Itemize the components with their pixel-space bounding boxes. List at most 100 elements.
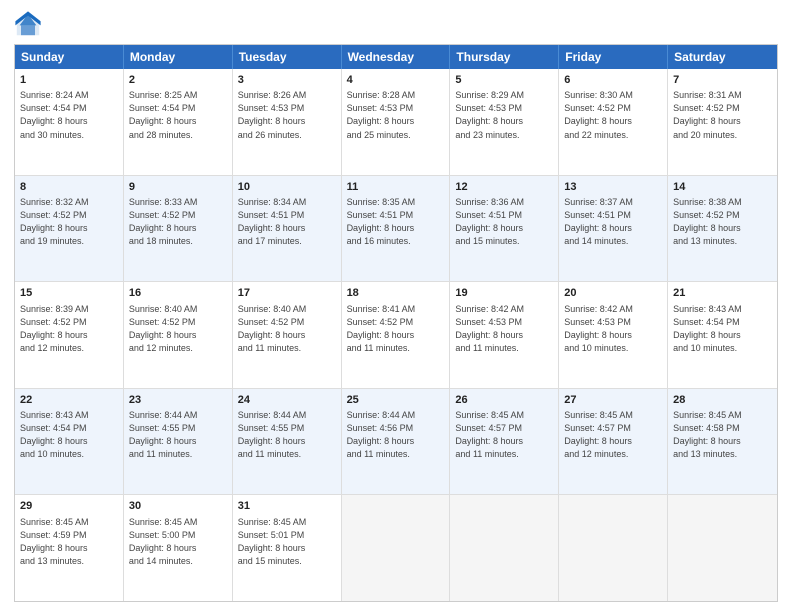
day-number: 12	[455, 180, 553, 195]
day-info: Sunrise: 8:39 AM Sunset: 4:52 PM Dayligh…	[20, 303, 118, 355]
day-number: 15	[20, 286, 118, 301]
day-info: Sunrise: 8:37 AM Sunset: 4:51 PM Dayligh…	[564, 196, 662, 248]
header-day-sunday: Sunday	[15, 45, 124, 69]
day-number: 26	[455, 393, 553, 408]
day-cell-21: 21 Sunrise: 8:43 AM Sunset: 4:54 PM Dayli…	[668, 282, 777, 388]
day-cell-16: 16Sunrise: 8:40 AM Sunset: 4:52 PM Dayli…	[124, 282, 233, 388]
day-cell-1: 1Sunrise: 8:24 AM Sunset: 4:54 PM Daylig…	[15, 69, 124, 175]
day-info: Sunrise: 8:38 AM Sunset: 4:52 PM Dayligh…	[673, 196, 772, 248]
day-info: Sunrise: 8:45 AM Sunset: 4:57 PM Dayligh…	[455, 409, 553, 461]
day-info: Sunrise: 8:32 AM Sunset: 4:52 PM Dayligh…	[20, 196, 118, 248]
day-cell-20: 20Sunrise: 8:42 AM Sunset: 4:53 PM Dayli…	[559, 282, 668, 388]
day-cell-29: 29 Sunrise: 8:45 AM Sunset: 4:59 PM Dayli…	[15, 495, 124, 601]
day-number: 6	[564, 73, 662, 88]
day-info: Sunrise: 8:40 AM Sunset: 4:52 PM Dayligh…	[238, 303, 336, 355]
day-cell-22: 22Sunrise: 8:43 AM Sunset: 4:54 PM Dayli…	[15, 389, 124, 495]
day-cell-8: 8Sunrise: 8:32 AM Sunset: 4:52 PM Daylig…	[15, 176, 124, 282]
day-info: Sunrise: 8:24 AM Sunset: 4:54 PM Dayligh…	[20, 89, 118, 141]
day-info: Sunrise: 8:45 AM Sunset: 5:00 PM Dayligh…	[129, 516, 227, 568]
day-number: 23	[129, 393, 227, 408]
day-cell-30: 30 Sunrise: 8:45 AM Sunset: 5:00 PM Dayli…	[124, 495, 233, 601]
day-number: 22	[20, 393, 118, 408]
day-cell-5: 5Sunrise: 8:29 AM Sunset: 4:53 PM Daylig…	[450, 69, 559, 175]
day-cell-12: 12Sunrise: 8:36 AM Sunset: 4:51 PM Dayli…	[450, 176, 559, 282]
day-info: Sunrise: 8:45 AM Sunset: 4:58 PM Dayligh…	[673, 409, 772, 461]
day-info: Sunrise: 8:44 AM Sunset: 4:56 PM Dayligh…	[347, 409, 445, 461]
day-cell-24: 24Sunrise: 8:44 AM Sunset: 4:55 PM Dayli…	[233, 389, 342, 495]
calendar-body: 1Sunrise: 8:24 AM Sunset: 4:54 PM Daylig…	[15, 69, 777, 601]
day-cell-9: 9Sunrise: 8:33 AM Sunset: 4:52 PM Daylig…	[124, 176, 233, 282]
day-number: 17	[238, 286, 336, 301]
day-cell-3: 3Sunrise: 8:26 AM Sunset: 4:53 PM Daylig…	[233, 69, 342, 175]
day-cell-27: 27Sunrise: 8:45 AM Sunset: 4:57 PM Dayli…	[559, 389, 668, 495]
day-info: Sunrise: 8:45 AM Sunset: 4:59 PM Dayligh…	[20, 516, 118, 568]
day-number: 30	[129, 499, 227, 514]
day-number: 29	[20, 499, 118, 514]
day-info: Sunrise: 8:31 AM Sunset: 4:52 PM Dayligh…	[673, 89, 772, 141]
calendar-header: SundayMondayTuesdayWednesdayThursdayFrid…	[15, 45, 777, 69]
header-day-friday: Friday	[559, 45, 668, 69]
calendar-week-3: 15 Sunrise: 8:39 AM Sunset: 4:52 PM Dayli…	[15, 281, 777, 388]
day-number: 9	[129, 180, 227, 195]
header-day-saturday: Saturday	[668, 45, 777, 69]
day-cell-14: 14Sunrise: 8:38 AM Sunset: 4:52 PM Dayli…	[668, 176, 777, 282]
day-cell-17: 17 Sunrise: 8:40 AM Sunset: 4:52 PM Dayli…	[233, 282, 342, 388]
day-info: Sunrise: 8:25 AM Sunset: 4:54 PM Dayligh…	[129, 89, 227, 141]
header-day-thursday: Thursday	[450, 45, 559, 69]
day-info: Sunrise: 8:45 AM Sunset: 4:57 PM Dayligh…	[564, 409, 662, 461]
day-cell-15: 15 Sunrise: 8:39 AM Sunset: 4:52 PM Dayli…	[15, 282, 124, 388]
header	[14, 10, 778, 38]
day-cell-empty-4-5	[559, 495, 668, 601]
calendar: SundayMondayTuesdayWednesdayThursdayFrid…	[14, 44, 778, 602]
calendar-week-2: 8Sunrise: 8:32 AM Sunset: 4:52 PM Daylig…	[15, 175, 777, 282]
day-number: 31	[238, 499, 336, 514]
header-day-monday: Monday	[124, 45, 233, 69]
day-cell-empty-4-6	[668, 495, 777, 601]
day-info: Sunrise: 8:29 AM Sunset: 4:53 PM Dayligh…	[455, 89, 553, 141]
logo-icon	[14, 10, 42, 38]
day-number: 8	[20, 180, 118, 195]
calendar-week-4: 22Sunrise: 8:43 AM Sunset: 4:54 PM Dayli…	[15, 388, 777, 495]
day-cell-18: 18 Sunrise: 8:41 AM Sunset: 4:52 PM Dayli…	[342, 282, 451, 388]
day-number: 13	[564, 180, 662, 195]
day-number: 11	[347, 180, 445, 195]
day-cell-19: 19Sunrise: 8:42 AM Sunset: 4:53 PM Dayli…	[450, 282, 559, 388]
logo	[14, 10, 46, 38]
day-cell-2: 2Sunrise: 8:25 AM Sunset: 4:54 PM Daylig…	[124, 69, 233, 175]
day-info: Sunrise: 8:42 AM Sunset: 4:53 PM Dayligh…	[455, 303, 553, 355]
header-day-tuesday: Tuesday	[233, 45, 342, 69]
day-info: Sunrise: 8:43 AM Sunset: 4:54 PM Dayligh…	[20, 409, 118, 461]
day-cell-7: 7Sunrise: 8:31 AM Sunset: 4:52 PM Daylig…	[668, 69, 777, 175]
day-number: 10	[238, 180, 336, 195]
day-info: Sunrise: 8:44 AM Sunset: 4:55 PM Dayligh…	[238, 409, 336, 461]
day-number: 5	[455, 73, 553, 88]
day-cell-empty-4-4	[450, 495, 559, 601]
day-info: Sunrise: 8:45 AM Sunset: 5:01 PM Dayligh…	[238, 516, 336, 568]
day-info: Sunrise: 8:30 AM Sunset: 4:52 PM Dayligh…	[564, 89, 662, 141]
day-info: Sunrise: 8:33 AM Sunset: 4:52 PM Dayligh…	[129, 196, 227, 248]
day-number: 14	[673, 180, 772, 195]
day-cell-11: 11Sunrise: 8:35 AM Sunset: 4:51 PM Dayli…	[342, 176, 451, 282]
day-cell-6: 6Sunrise: 8:30 AM Sunset: 4:52 PM Daylig…	[559, 69, 668, 175]
calendar-week-5: 29 Sunrise: 8:45 AM Sunset: 4:59 PM Dayli…	[15, 494, 777, 601]
day-number: 21	[673, 286, 772, 301]
page: SundayMondayTuesdayWednesdayThursdayFrid…	[0, 0, 792, 612]
day-number: 1	[20, 73, 118, 88]
day-info: Sunrise: 8:43 AM Sunset: 4:54 PM Dayligh…	[673, 303, 772, 355]
day-cell-25: 25Sunrise: 8:44 AM Sunset: 4:56 PM Dayli…	[342, 389, 451, 495]
day-info: Sunrise: 8:40 AM Sunset: 4:52 PM Dayligh…	[129, 303, 227, 355]
day-number: 25	[347, 393, 445, 408]
day-number: 18	[347, 286, 445, 301]
day-info: Sunrise: 8:41 AM Sunset: 4:52 PM Dayligh…	[347, 303, 445, 355]
day-cell-4: 4Sunrise: 8:28 AM Sunset: 4:53 PM Daylig…	[342, 69, 451, 175]
day-info: Sunrise: 8:36 AM Sunset: 4:51 PM Dayligh…	[455, 196, 553, 248]
day-number: 4	[347, 73, 445, 88]
calendar-week-1: 1Sunrise: 8:24 AM Sunset: 4:54 PM Daylig…	[15, 69, 777, 175]
day-number: 20	[564, 286, 662, 301]
day-cell-26: 26Sunrise: 8:45 AM Sunset: 4:57 PM Dayli…	[450, 389, 559, 495]
day-info: Sunrise: 8:35 AM Sunset: 4:51 PM Dayligh…	[347, 196, 445, 248]
day-info: Sunrise: 8:34 AM Sunset: 4:51 PM Dayligh…	[238, 196, 336, 248]
day-cell-empty-4-3	[342, 495, 451, 601]
day-cell-13: 13Sunrise: 8:37 AM Sunset: 4:51 PM Dayli…	[559, 176, 668, 282]
day-cell-28: 28Sunrise: 8:45 AM Sunset: 4:58 PM Dayli…	[668, 389, 777, 495]
